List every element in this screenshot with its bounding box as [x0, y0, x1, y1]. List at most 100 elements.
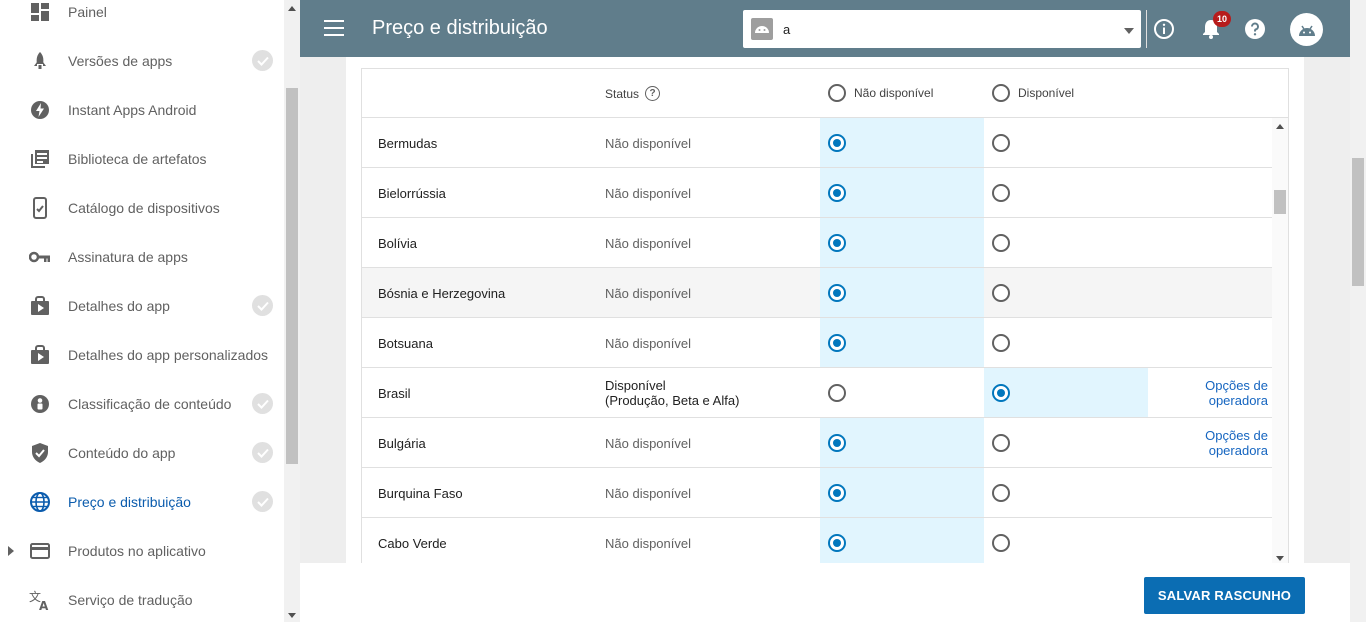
available-cell[interactable] — [984, 318, 1148, 367]
available-cell[interactable] — [984, 518, 1148, 563]
sidebar-item-preco-e-distribuicao[interactable]: Preço e distribuição — [0, 477, 284, 526]
not-available-cell[interactable] — [820, 118, 984, 167]
sidebar-item-assinatura-de-apps[interactable]: Assinatura de apps — [0, 232, 284, 281]
sidebar-item-biblioteca-de-artefatos[interactable]: Biblioteca de artefatos — [0, 134, 284, 183]
table-row: Bolívia Não disponível — [362, 218, 1272, 268]
not-available-header-label: Não disponível — [854, 86, 934, 100]
status-text: Não disponível — [605, 336, 691, 351]
library-icon — [28, 147, 52, 171]
sidebar-item-instant-apps[interactable]: Instant Apps Android — [0, 85, 284, 134]
available-radio[interactable] — [992, 233, 1010, 252]
available-radio[interactable] — [992, 433, 1010, 452]
available-cell[interactable] — [984, 468, 1148, 517]
sidebar-item-detalhes-do-app-personalizados[interactable]: Detalhes do app personalizados — [0, 330, 284, 379]
available-cell[interactable] — [984, 118, 1148, 167]
status-text: Não disponível — [605, 186, 691, 201]
shield-icon — [28, 441, 52, 465]
select-all-not-available-radio[interactable] — [828, 84, 846, 102]
status-label: Não disponível — [605, 236, 691, 251]
page-scrollbar[interactable] — [1350, 0, 1366, 622]
not-available-radio[interactable] — [828, 433, 846, 452]
app-selector[interactable]: a — [743, 10, 1147, 48]
scroll-down-icon[interactable] — [288, 613, 296, 618]
avatar[interactable] — [1290, 13, 1323, 46]
not-available-column-header[interactable]: Não disponível — [828, 84, 933, 102]
sidebar-scrollbar[interactable] — [284, 0, 300, 622]
sidebar-item-servico-de-traducao[interactable]: 文A Serviço de tradução — [0, 575, 284, 622]
available-cell[interactable] — [984, 368, 1148, 417]
not-available-radio[interactable] — [828, 283, 846, 302]
available-radio[interactable] — [992, 133, 1010, 152]
sidebar-item-versoes-de-apps[interactable]: Versões de apps — [0, 36, 284, 85]
available-header-label: Disponível — [1018, 86, 1075, 100]
table-header: Status ? Não disponível Disponível — [362, 69, 1288, 118]
not-available-cell[interactable] — [820, 518, 984, 563]
status-column-header: Status ? — [605, 86, 661, 101]
not-available-radio[interactable] — [828, 183, 846, 202]
save-draft-button[interactable]: SALVAR RASCUNHO — [1144, 577, 1305, 614]
status-text: Não disponível — [605, 286, 691, 301]
available-cell[interactable] — [984, 218, 1148, 267]
not-available-radio[interactable] — [828, 133, 846, 152]
scroll-up-icon[interactable] — [288, 6, 296, 11]
available-cell[interactable] — [984, 168, 1148, 217]
available-column-header[interactable]: Disponível — [992, 84, 1074, 102]
country-name: Burquina Faso — [378, 486, 463, 501]
menu-icon[interactable] — [324, 20, 344, 36]
sidebar-item-produtos-no-aplicativo[interactable]: Produtos no aplicativo — [0, 526, 284, 575]
check-icon — [252, 393, 273, 414]
available-radio[interactable] — [992, 483, 1010, 502]
not-available-cell[interactable] — [820, 218, 984, 267]
available-cell[interactable] — [984, 268, 1148, 317]
sidebar-item-conteudo-do-app[interactable]: Conteúdo do app — [0, 428, 284, 477]
carrier-options-link[interactable]: Opções de operadora — [1148, 378, 1268, 408]
not-available-radio[interactable] — [828, 333, 846, 352]
sidebar-item-detalhes-do-app[interactable]: Detalhes do app — [0, 281, 284, 330]
available-radio[interactable] — [992, 383, 1010, 402]
help-circle-icon[interactable]: ? — [645, 86, 661, 101]
card-icon — [28, 539, 52, 563]
scrollbar-thumb[interactable] — [286, 88, 298, 464]
table-scrollbar[interactable] — [1272, 118, 1288, 563]
select-all-available-radio[interactable] — [992, 84, 1010, 102]
sidebar-item-painel[interactable]: Painel — [0, 0, 284, 36]
not-available-cell[interactable] — [820, 268, 984, 317]
available-cell[interactable] — [984, 418, 1148, 467]
not-available-cell[interactable] — [820, 368, 984, 417]
scroll-up-icon[interactable] — [1276, 124, 1284, 129]
not-available-radio[interactable] — [828, 483, 846, 502]
status-header-label: Status — [605, 86, 640, 101]
not-available-cell[interactable] — [820, 168, 984, 217]
rating-icon — [28, 392, 52, 416]
carrier-options-link[interactable]: Opções de operadora — [1148, 428, 1268, 458]
distribution-card: Status ? Não disponível Disponível Bermu… — [346, 57, 1304, 563]
not-available-cell[interactable] — [820, 418, 984, 467]
scrollbar-thumb[interactable] — [1274, 190, 1286, 214]
status-label: Não disponível — [605, 436, 691, 451]
info-icon[interactable] — [1153, 18, 1175, 40]
store-icon — [28, 294, 52, 318]
help-icon[interactable] — [1244, 18, 1266, 40]
available-radio[interactable] — [992, 333, 1010, 352]
sidebar-item-classificacao-de-conteudo[interactable]: Classificação de conteúdo — [0, 379, 284, 428]
page-title: Preço e distribuição — [372, 17, 548, 39]
status-text: Disponível (Produção, Beta e Alfa) — [605, 378, 739, 408]
expand-arrow-icon[interactable] — [8, 545, 14, 556]
available-radio[interactable] — [992, 533, 1010, 552]
sidebar-item-catalogo-de-dispositivos[interactable]: Catálogo de dispositivos — [0, 183, 284, 232]
not-available-cell[interactable] — [820, 318, 984, 367]
sidebar-item-label: Catálogo de dispositivos — [68, 199, 220, 216]
scrollbar-thumb[interactable] — [1352, 158, 1364, 286]
table-row: Bulgária Não disponível Opções de operadora — [362, 418, 1272, 468]
bolt-icon — [28, 98, 52, 122]
not-available-radio[interactable] — [828, 383, 846, 402]
not-available-cell[interactable] — [820, 468, 984, 517]
chevron-down-icon[interactable] — [1124, 28, 1134, 34]
not-available-radio[interactable] — [828, 233, 846, 252]
scroll-down-icon[interactable] — [1276, 556, 1284, 561]
country-name: Bolívia — [378, 236, 418, 251]
not-available-radio[interactable] — [828, 533, 846, 552]
available-radio[interactable] — [992, 283, 1010, 302]
status-label: Não disponível — [605, 336, 691, 351]
available-radio[interactable] — [992, 183, 1010, 202]
